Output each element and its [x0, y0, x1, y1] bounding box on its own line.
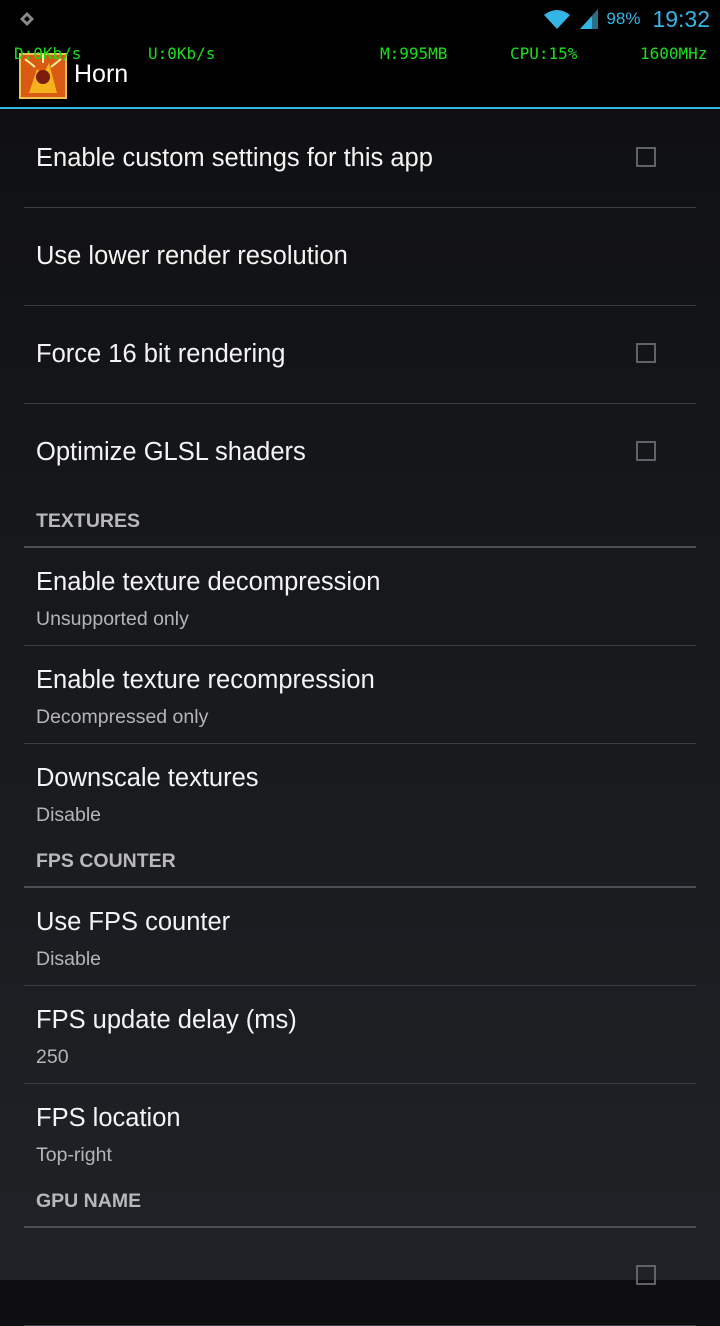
settings-list: Enable custom settings for this app Use …	[24, 110, 696, 1326]
pref-title: Use lower render resolution	[36, 242, 348, 270]
pref-title: Enable texture recompression	[36, 666, 375, 694]
pref-summary: Disable	[36, 804, 102, 826]
checkbox[interactable]	[636, 147, 656, 167]
pref-title: Optimize GLSL shaders	[36, 438, 306, 466]
pref-summary: Decompressed only	[36, 706, 209, 728]
pref-title: FPS update delay (ms)	[36, 1006, 297, 1034]
signal-icon	[580, 9, 599, 29]
pref-title: FPS location	[36, 1104, 181, 1132]
overlay-upload: U:0Kb/s	[148, 44, 216, 63]
pref-texture-decompression[interactable]: Enable texture decompression Unsupported…	[24, 548, 696, 646]
performance-overlay: D:0Kb/s U:0Kb/s M:995MB CPU:15% 1600MHz	[0, 44, 720, 64]
section-header-label: FPS COUNTER	[36, 850, 176, 872]
notification-app-icon	[20, 12, 34, 26]
checkbox[interactable]	[636, 1265, 656, 1285]
pref-title: Downscale textures	[36, 764, 259, 792]
pref-title: Use FPS counter	[36, 908, 231, 936]
wifi-icon	[544, 10, 571, 29]
pref-texture-recompression[interactable]: Enable texture recompression Decompresse…	[24, 646, 696, 744]
pref-force-16bit[interactable]: Force 16 bit rendering	[24, 306, 696, 404]
pref-fps-location[interactable]: FPS location Top-right	[24, 1084, 696, 1182]
pref-summary: Unsupported only	[36, 608, 189, 630]
section-header-gpu-name: GPU NAME	[24, 1182, 696, 1228]
section-header-label: GPU NAME	[36, 1190, 142, 1212]
action-bar-divider	[0, 107, 720, 109]
pref-gpu-name-partial[interactable]	[24, 1228, 696, 1326]
checkbox[interactable]	[636, 343, 656, 363]
pref-downscale-textures[interactable]: Downscale textures Disable	[24, 744, 696, 842]
section-header-textures: TEXTURES	[24, 502, 696, 548]
overlay-frequency: 1600MHz	[640, 44, 708, 63]
overlay-memory: M:995MB	[380, 44, 448, 63]
battery-level: 98%	[606, 9, 641, 28]
status-bar: 98% 19:32	[0, 0, 720, 38]
pref-lower-render-resolution[interactable]: Use lower render resolution	[24, 208, 696, 306]
app-title: Horn	[74, 60, 129, 88]
pref-summary: Top-right	[36, 1144, 112, 1166]
pref-summary: 250	[36, 1046, 69, 1068]
pref-summary: Disable	[36, 948, 102, 970]
section-header-label: TEXTURES	[36, 510, 141, 532]
section-header-fps-counter: FPS COUNTER	[24, 842, 696, 888]
pref-optimize-glsl[interactable]: Optimize GLSL shaders	[24, 404, 696, 502]
pref-enable-custom-settings[interactable]: Enable custom settings for this app	[24, 110, 696, 208]
pref-title: Enable texture decompression	[36, 568, 381, 596]
overlay-download: D:0Kb/s	[14, 44, 82, 63]
pref-title: Force 16 bit rendering	[36, 340, 286, 368]
checkbox[interactable]	[636, 441, 656, 461]
pref-use-fps-counter[interactable]: Use FPS counter Disable	[24, 888, 696, 986]
overlay-cpu: CPU:15%	[510, 44, 578, 63]
clock: 19:32	[652, 5, 710, 32]
pref-fps-update-delay[interactable]: FPS update delay (ms) 250	[24, 986, 696, 1084]
pref-title: Enable custom settings for this app	[36, 144, 433, 172]
